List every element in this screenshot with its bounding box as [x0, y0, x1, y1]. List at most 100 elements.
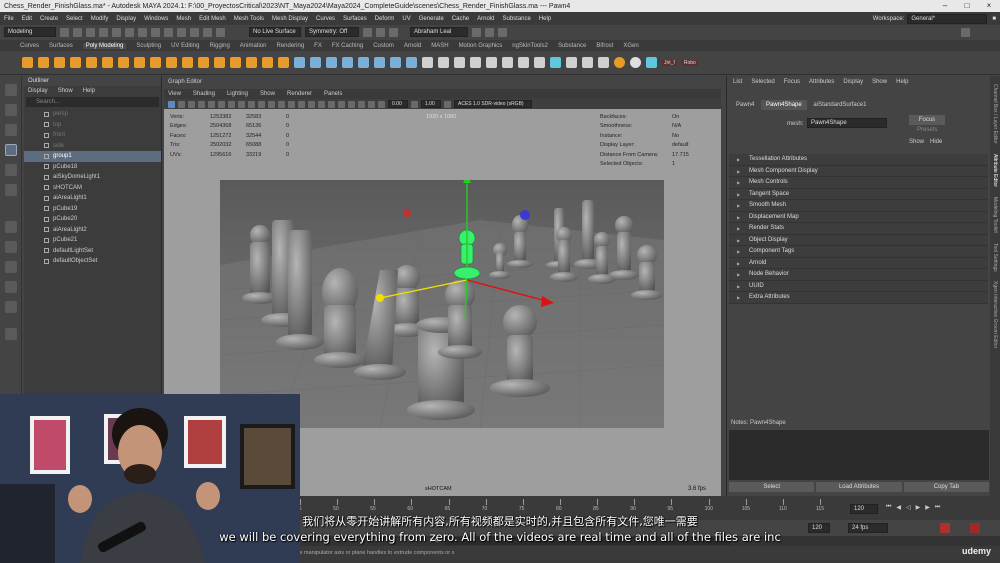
undo-icon[interactable]: [99, 27, 108, 37]
isolate-select-icon[interactable]: [368, 100, 375, 108]
new-scene-icon[interactable]: [60, 27, 69, 37]
poly-torus-icon[interactable]: [86, 57, 97, 68]
joint-shelf-label[interactable]: Jnt_f: [662, 59, 677, 66]
camera-uv-icon[interactable]: [454, 57, 465, 68]
single-view-layout-icon[interactable]: [5, 241, 17, 253]
poly-disc-icon[interactable]: [118, 57, 129, 68]
vp-menu-lighting[interactable]: Lighting: [227, 91, 248, 97]
camera-lock-icon[interactable]: [178, 100, 185, 108]
move-tool-icon[interactable]: [5, 144, 17, 156]
two-view-layout-icon[interactable]: [5, 261, 17, 273]
snap-view-icon[interactable]: [203, 27, 212, 37]
side-tab-modeling-toolkit[interactable]: Modeling Toolkit: [990, 187, 1000, 233]
separate-icon[interactable]: [230, 57, 241, 68]
shelf-tab-fx-caching[interactable]: FX Caching: [332, 43, 363, 49]
view-transform-select[interactable]: ACES 1.0 SDR-video (sRGB): [454, 100, 532, 108]
step-back-icon[interactable]: ◀: [896, 504, 901, 511]
menu-edit-mesh[interactable]: Edit Mesh: [199, 16, 226, 22]
poly-plane-icon[interactable]: [102, 57, 113, 68]
boolean-icon[interactable]: [262, 57, 273, 68]
menu-help[interactable]: Help: [539, 16, 551, 22]
snap-grid-icon[interactable]: [164, 27, 173, 37]
paint-select-icon[interactable]: [5, 124, 17, 136]
outliner-layout-icon[interactable]: [5, 281, 17, 293]
graph-layout-icon[interactable]: [5, 301, 17, 313]
shelf-tab-animation[interactable]: Animation: [240, 43, 267, 49]
gamma-field[interactable]: 1.00: [421, 100, 441, 108]
color-management-icon[interactable]: [444, 100, 451, 108]
use-all-lights-icon[interactable]: [308, 100, 315, 108]
robo-shelf-label[interactable]: Robo: [681, 59, 698, 66]
extrude-icon[interactable]: [294, 57, 305, 68]
attr-section-header[interactable]: Smooth Mesh: [729, 200, 988, 212]
combine-icon[interactable]: [214, 57, 225, 68]
sphere-gear-icon[interactable]: [150, 57, 161, 68]
close-icon[interactable]: ×: [978, 0, 1000, 12]
attr-menu-show[interactable]: Show: [872, 79, 887, 85]
joint-cross-icon[interactable]: [646, 57, 657, 68]
shelf-tab-custom[interactable]: Custom: [373, 43, 394, 49]
load-attributes-button[interactable]: Load Attributes: [816, 482, 902, 492]
render-frame-icon[interactable]: [363, 27, 372, 37]
arnold-render-icon[interactable]: [498, 27, 507, 37]
xray-icon[interactable]: [358, 100, 365, 108]
shelf-tab-rendering[interactable]: Rendering: [276, 43, 304, 49]
menu-arnold[interactable]: Arnold: [477, 16, 494, 22]
shelf-tab-mash[interactable]: MASH: [431, 43, 448, 49]
shelf-tab-uv-editing[interactable]: UV Editing: [171, 43, 199, 49]
select-tool-icon[interactable]: [5, 84, 17, 96]
outliner-item[interactable]: pCube21: [24, 235, 161, 246]
multi-cut-icon[interactable]: [342, 57, 353, 68]
vp-menu-renderer[interactable]: Renderer: [287, 91, 312, 97]
save-scene-icon[interactable]: [86, 27, 95, 37]
attr-section-header[interactable]: Displacement Map: [729, 211, 988, 223]
attr-section-header[interactable]: Mesh Component Display: [729, 165, 988, 177]
menu-create[interactable]: Create: [40, 16, 58, 22]
menu-select[interactable]: Select: [66, 16, 83, 22]
go-to-end-icon[interactable]: ⏭: [935, 504, 940, 511]
snap-point-icon[interactable]: [190, 27, 199, 37]
menu-windows[interactable]: Windows: [144, 16, 168, 22]
menu-file[interactable]: File: [4, 16, 14, 22]
wire-on-shaded-icon[interactable]: [288, 100, 295, 108]
shelf-tab-poly-modeling[interactable]: Poly Modeling: [82, 42, 127, 49]
select-hierarchy-icon[interactable]: [125, 27, 134, 37]
menu-mesh-tools[interactable]: Mesh Tools: [234, 16, 264, 22]
show-button[interactable]: Show: [909, 139, 924, 145]
outliner-item[interactable]: aiAreaLight1: [24, 193, 161, 204]
attr-section-header[interactable]: Component Tags: [729, 246, 988, 258]
live-surface-field[interactable]: No Live Surface: [249, 27, 301, 37]
menu-cache[interactable]: Cache: [452, 16, 469, 22]
sweep-mesh-icon[interactable]: [198, 57, 209, 68]
attr-section-header[interactable]: Tessellation Attributes: [729, 154, 988, 166]
outliner-menu-help[interactable]: Help: [83, 88, 95, 94]
hypershade-shelf-icon[interactable]: [582, 57, 593, 68]
attr-section-header[interactable]: Mesh Controls: [729, 177, 988, 189]
planar-uv-icon[interactable]: [470, 57, 481, 68]
shelf-tab-rigging[interactable]: Rigging: [209, 43, 229, 49]
shelf-tab-ngskintools2[interactable]: ngSkinTools2: [512, 43, 548, 49]
minimize-icon[interactable]: –: [934, 0, 956, 12]
attr-section-header[interactable]: UUID: [729, 280, 988, 292]
menu-edit[interactable]: Edit: [22, 16, 32, 22]
resolution-gate-icon[interactable]: [228, 100, 235, 108]
poly-sphere-icon[interactable]: [22, 57, 33, 68]
hide-button[interactable]: Hide: [930, 139, 942, 145]
wireframe-icon[interactable]: [268, 100, 275, 108]
attr-menu-help[interactable]: Help: [896, 79, 908, 85]
menu-curves[interactable]: Curves: [316, 16, 335, 22]
step-forward-icon[interactable]: ▶: [925, 504, 930, 511]
shelf-tab-xgen[interactable]: XGen: [623, 43, 638, 49]
center-pivot-icon[interactable]: [534, 57, 545, 68]
lasso-tool-icon[interactable]: [5, 104, 17, 116]
menu-deform[interactable]: Deform: [375, 16, 395, 22]
attr-menu-selected[interactable]: Selected: [751, 79, 774, 85]
edge-loop-icon[interactable]: [390, 57, 401, 68]
notes-field[interactable]: [729, 430, 989, 480]
bevel-icon[interactable]: [326, 57, 337, 68]
shadows-icon[interactable]: [318, 100, 325, 108]
vp-menu-view[interactable]: View: [168, 91, 181, 97]
play-forward-icon[interactable]: ▶: [916, 504, 921, 511]
fill-hole-icon[interactable]: [406, 57, 417, 68]
field-chart-icon[interactable]: [248, 100, 255, 108]
